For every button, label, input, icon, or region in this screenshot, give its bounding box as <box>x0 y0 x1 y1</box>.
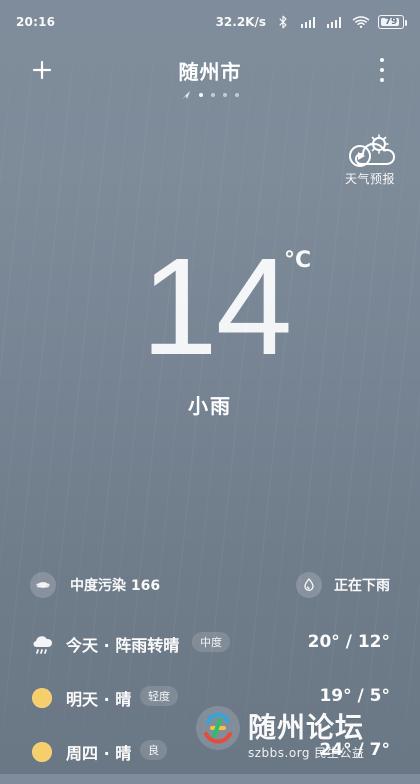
forum-watermark: 随州论坛 szbbs.org 民生公益 <box>194 698 414 764</box>
more-vertical-icon <box>380 68 384 72</box>
cloud-rain-icon <box>30 632 54 656</box>
forum-watermark-title: 随州论坛 <box>248 711 365 744</box>
sun-icon <box>30 740 54 764</box>
more-vertical-icon <box>380 58 384 62</box>
raindrop-icon <box>296 572 322 598</box>
summary-row: 中度污染 166 正在下雨 <box>0 568 420 604</box>
current-condition: 小雨 <box>188 394 232 418</box>
city-title: 随州市 <box>178 60 242 84</box>
wifi-icon <box>352 15 370 29</box>
bluetooth-icon <box>274 15 292 29</box>
network-speed: 32.2K/s <box>215 15 266 29</box>
forecast-aqi-badge: 良 <box>140 740 167 760</box>
more-options-button[interactable] <box>376 58 388 82</box>
signal-icon <box>300 15 318 29</box>
forecast-temperature: 20° / 12° <box>307 632 390 652</box>
battery-icon: 79 <box>378 15 407 29</box>
status-time: 20:16 <box>16 15 56 29</box>
temperature-value: 14 <box>141 230 292 384</box>
more-vertical-icon <box>380 78 384 82</box>
page-dot <box>199 93 203 97</box>
forecast-day-label: 明天 · 晴 <box>66 690 132 709</box>
precip-status-text: 正在下雨 <box>334 578 390 594</box>
header: 随州市 <box>0 50 420 102</box>
cloud-sun-play-icon <box>344 134 396 168</box>
forecast-shortcut-label: 天气预报 <box>344 172 395 186</box>
current-temperature: 14 °C <box>0 238 420 378</box>
page-dot <box>223 93 227 97</box>
air-quality[interactable]: 中度污染 166 <box>30 572 160 598</box>
forum-logo-icon <box>196 706 240 750</box>
signal-icon <box>326 15 344 29</box>
status-right: 32.2K/s 79 <box>215 15 407 29</box>
forecast-day-label: 今天 · 阵雨转晴 <box>66 636 180 655</box>
battery-level: 79 <box>384 17 398 27</box>
status-bar: 20:16 32.2K/s 79 <box>0 0 420 44</box>
page-indicator <box>181 90 239 100</box>
page-dot <box>211 93 215 97</box>
forecast-row-today[interactable]: 今天 · 阵雨转晴 中度 20° / 12° <box>0 622 420 676</box>
forecast-aqi-badge: 中度 <box>192 632 230 652</box>
air-quality-text: 中度污染 166 <box>70 578 161 594</box>
mask-icon <box>30 572 56 598</box>
page-dot <box>235 93 239 97</box>
forum-watermark-subtitle: szbbs.org 民生公益 <box>248 746 365 760</box>
location-arrow-icon <box>182 91 190 99</box>
sun-icon <box>30 686 54 710</box>
forecast-day-label: 周四 · 晴 <box>66 744 132 763</box>
precip-status[interactable]: 正在下雨 <box>296 572 390 598</box>
temperature-unit: °C <box>284 248 312 273</box>
forecast-aqi-badge: 轻度 <box>140 686 178 706</box>
forecast-shortcut-button[interactable]: 天气预报 <box>342 134 398 187</box>
